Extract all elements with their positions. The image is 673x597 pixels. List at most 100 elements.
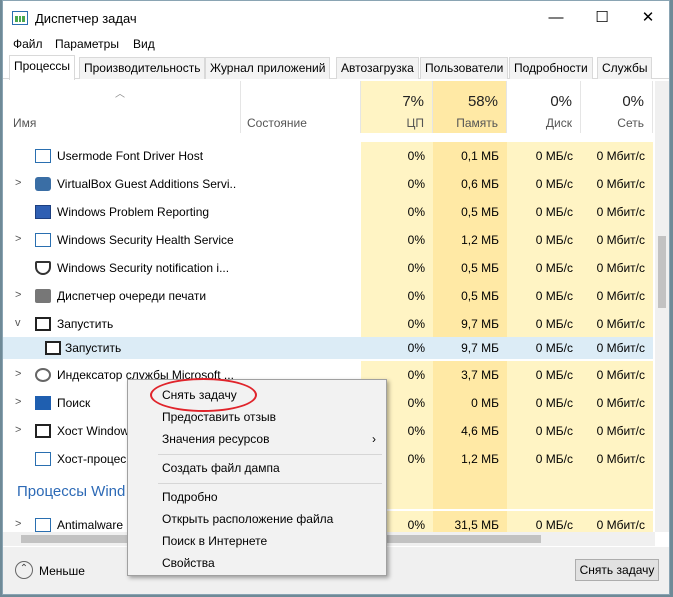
search-icon [35, 396, 51, 410]
col-disk-header[interactable]: 0% Диск [507, 81, 581, 133]
ctx-open-location[interactable]: Открыть расположение файла [162, 512, 333, 526]
disk-cell: 0 МБ/с [507, 310, 581, 338]
mem-cell: 1,2 МБ [433, 445, 507, 473]
tab-app-history[interactable]: Журнал приложений [205, 57, 331, 79]
tab-bar: Процессы Производительность Журнал прило… [3, 55, 669, 80]
expand-chevron-icon[interactable]: > [15, 396, 21, 408]
vertical-scrollbar[interactable] [655, 81, 669, 532]
expand-chevron-icon[interactable]: > [15, 233, 21, 245]
menu-options[interactable]: Параметры [55, 37, 119, 51]
menu-bar: Файл Параметры Вид [3, 35, 669, 55]
ctx-resource-values[interactable]: Значения ресурсов [162, 432, 269, 446]
process-window-icon [35, 452, 51, 466]
tab-performance[interactable]: Производительность [79, 57, 206, 79]
tab-processes[interactable]: Процессы [9, 55, 76, 80]
disk-cell: 0 МБ/с [507, 417, 581, 445]
mem-cell: 0,5 МБ [433, 198, 507, 226]
context-menu: Снять задачу Предоставить отзыв Значения… [127, 379, 387, 576]
col-net-header[interactable]: 0% Сеть [581, 81, 653, 133]
col-name-label: Имя [13, 116, 37, 130]
net-cell: 0 Мбит/с [581, 198, 653, 226]
minimize-button[interactable]: — [533, 1, 579, 35]
task-manager-window: Диспетчер задач — ☐ ✕ Файл Параметры Вид… [2, 0, 670, 595]
mem-cell: 1,2 МБ [433, 226, 507, 254]
menu-file[interactable]: Файл [13, 37, 43, 51]
mem-cell: 9,7 МБ [433, 337, 507, 359]
mem-cell: 4,6 МБ [433, 417, 507, 445]
table-row[interactable]: Windows Security notification i... 0% 0,… [3, 254, 653, 282]
net-cell: 0 Мбит/с [581, 417, 653, 445]
fewer-details-icon[interactable]: ⌃ [15, 561, 33, 579]
table-row[interactable]: v Запустить 0% 9,7 МБ 0 МБ/с 0 Мбит/с [3, 310, 653, 338]
table-row-selected[interactable]: Запустить 0% 9,7 МБ 0 МБ/с 0 Мбит/с [3, 337, 653, 359]
mem-cell: 9,7 МБ [433, 310, 507, 338]
col-status-header[interactable]: Состояние [241, 81, 361, 133]
process-name: Запустить [57, 317, 114, 331]
problem-reporting-icon [35, 205, 51, 219]
col-mem-label: Память [456, 116, 498, 130]
end-task-button[interactable]: Снять задачу [575, 559, 659, 581]
net-cell: 0 Мбит/с [581, 310, 653, 338]
cpu-cell: 0% [361, 282, 433, 310]
run-dialog-icon [45, 341, 61, 355]
printer-icon [35, 289, 51, 303]
col-cpu-header[interactable]: 7% ЦП [361, 81, 433, 133]
mem-cell: 0,5 МБ [433, 282, 507, 310]
mem-cell: 31,5 МБ [433, 511, 507, 532]
maximize-button[interactable]: ☐ [579, 1, 625, 35]
process-name: Диспетчер очереди печати [57, 289, 207, 303]
process-window-icon [35, 424, 51, 438]
cpu-cell: 0% [361, 226, 433, 254]
tab-details[interactable]: Подробности [509, 57, 593, 79]
disk-cell: 0 МБ/с [507, 170, 581, 198]
ctx-details[interactable]: Подробно [162, 490, 218, 504]
close-button[interactable]: ✕ [625, 1, 669, 35]
col-name-header[interactable]: ︿ Имя [3, 81, 241, 133]
col-disk-label: Диск [545, 116, 572, 130]
table-row[interactable]: > VirtualBox Guest Additions Servi... 0%… [3, 170, 653, 198]
mem-cell: 0 МБ [433, 389, 507, 417]
disk-total: 0% [550, 93, 572, 110]
table-row[interactable]: > Диспетчер очереди печати 0% 0,5 МБ 0 М… [3, 282, 653, 310]
title-bar: Диспетчер задач — ☐ ✕ [3, 1, 669, 35]
annotation-ellipse [150, 378, 257, 412]
table-row[interactable]: Windows Problem Reporting 0% 0,5 МБ 0 МБ… [3, 198, 653, 226]
ctx-create-dump[interactable]: Создать файл дампа [162, 461, 280, 475]
tab-startup[interactable]: Автозагрузка [336, 57, 419, 79]
cpu-cell: 0% [361, 310, 433, 338]
expand-chevron-icon[interactable]: v [15, 317, 21, 329]
net-cell: 0 Мбит/с [581, 226, 653, 254]
ctx-feedback[interactable]: Предоставить отзыв [162, 410, 276, 424]
cpu-cell: 0% [361, 337, 433, 359]
tab-services[interactable]: Службы [597, 57, 653, 79]
disk-cell: 0 МБ/с [507, 361, 581, 389]
process-name: Запустить [65, 341, 122, 355]
net-total: 0% [622, 93, 644, 110]
expand-chevron-icon[interactable]: > [15, 518, 21, 530]
sort-up-icon: ︿ [115, 89, 125, 100]
net-cell: 0 Мбит/с [581, 337, 653, 359]
menu-view[interactable]: Вид [133, 37, 155, 51]
table-row[interactable]: Usermode Font Driver Host 0% 0,1 МБ 0 МБ… [3, 142, 653, 170]
cpu-total: 7% [402, 93, 424, 110]
expand-chevron-icon[interactable]: > [15, 177, 21, 189]
vertical-scroll-thumb[interactable] [658, 236, 666, 308]
cpu-cell: 0% [361, 254, 433, 282]
expand-chevron-icon[interactable]: > [15, 424, 21, 436]
net-cell: 0 Мбит/с [581, 170, 653, 198]
ctx-properties[interactable]: Свойства [162, 556, 215, 570]
expand-chevron-icon[interactable]: > [15, 289, 21, 301]
disk-cell: 0 МБ/с [507, 282, 581, 310]
table-row[interactable]: > Windows Security Health Service 0% 1,2… [3, 226, 653, 254]
mem-cell: 0,5 МБ [433, 254, 507, 282]
ctx-search-online[interactable]: Поиск в Интернете [162, 534, 267, 548]
disk-cell: 0 МБ/с [507, 389, 581, 417]
disk-cell: 0 МБ/с [507, 142, 581, 170]
process-name: Usermode Font Driver Host [57, 149, 204, 163]
col-mem-header[interactable]: 58% Память [433, 81, 507, 133]
expand-chevron-icon[interactable]: > [15, 368, 21, 380]
mem-total: 58% [467, 93, 498, 110]
mem-cell: 0,1 МБ [433, 142, 507, 170]
tab-users[interactable]: Пользователи [420, 57, 509, 79]
fewer-details-link[interactable]: Меньше [39, 564, 85, 578]
